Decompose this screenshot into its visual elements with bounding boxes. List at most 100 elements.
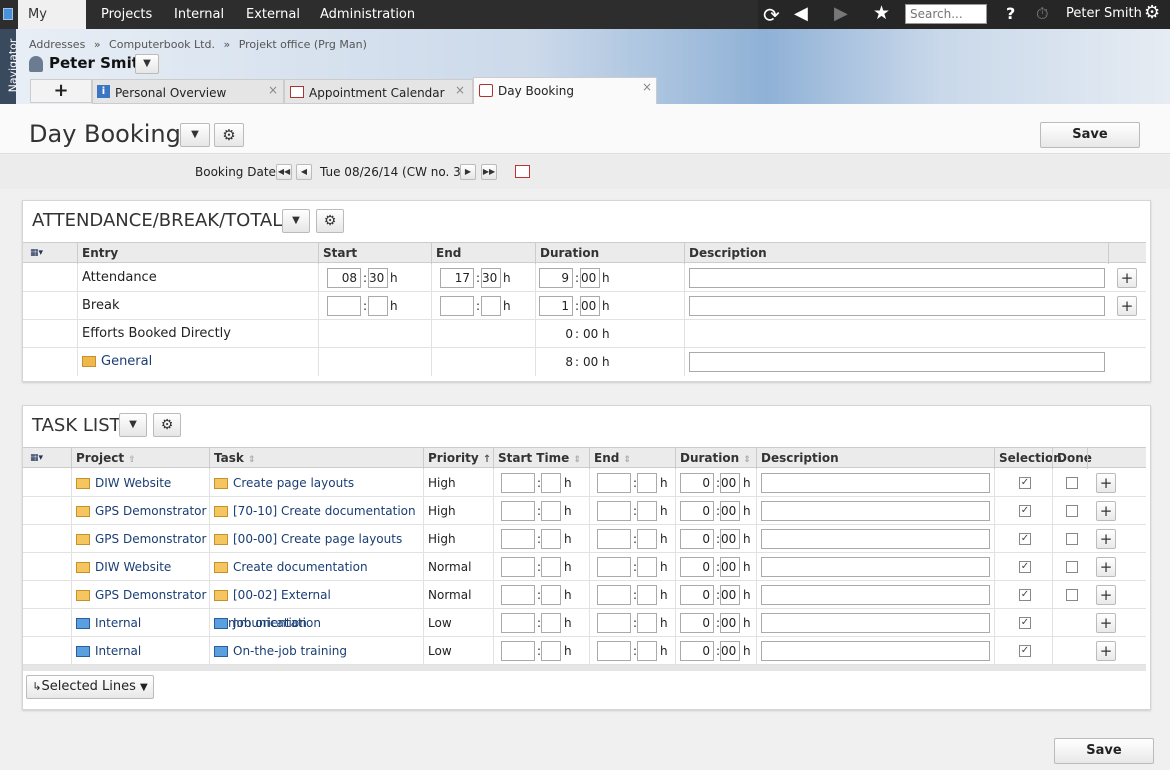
end-minute-input[interactable] <box>637 641 657 661</box>
settings-gear-icon[interactable]: ⚙ <box>1144 2 1160 23</box>
duration-hour-input[interactable]: 0 <box>680 641 714 661</box>
nav-tab-administration[interactable]: Administration <box>310 0 425 29</box>
end-hour-input[interactable] <box>597 501 631 521</box>
duration-minute-input[interactable]: 00 <box>580 296 600 316</box>
add-row-button[interactable]: + <box>1096 473 1116 493</box>
add-row-button[interactable]: + <box>1117 296 1137 316</box>
end-hour-input[interactable] <box>597 557 631 577</box>
close-tab-icon[interactable]: × <box>642 80 652 94</box>
col-task[interactable]: Task ⇕ <box>209 448 256 469</box>
start-hour-input[interactable] <box>501 585 535 605</box>
user-name[interactable]: Peter Smith <box>1066 6 1142 21</box>
close-tab-icon[interactable]: × <box>455 83 465 97</box>
add-tab-button[interactable]: + <box>30 79 92 103</box>
breadcrumb-office[interactable]: Projekt office (Prg Man) <box>239 38 367 51</box>
start-hour-input[interactable] <box>501 529 535 549</box>
task-link[interactable]: [00-00] Create page layouts <box>209 525 423 553</box>
nav-tab-internal[interactable]: Internal <box>164 0 234 29</box>
start-hour-input[interactable] <box>327 296 361 316</box>
tab-day-booking[interactable]: Day Booking × <box>473 77 657 105</box>
task-list-menu-button[interactable]: ▼ <box>119 413 147 437</box>
done-checkbox[interactable] <box>1066 589 1078 601</box>
duration-minute-input[interactable]: 00 <box>720 529 740 549</box>
duration-minute-input[interactable]: 00 <box>720 473 740 493</box>
selection-checkbox[interactable]: ✓ <box>1019 589 1031 601</box>
previous-date-icon[interactable]: ◀ <box>296 164 312 180</box>
task-link[interactable]: On-the-job training <box>209 637 423 665</box>
end-minute-input[interactable] <box>637 473 657 493</box>
add-row-button[interactable]: + <box>1117 268 1137 288</box>
task-link[interactable]: Create page layouts <box>209 469 423 497</box>
duration-hour-input[interactable]: 0 <box>680 501 714 521</box>
first-date-icon[interactable]: ◀◀ <box>276 164 292 180</box>
end-minute-input[interactable] <box>481 296 501 316</box>
end-minute-input[interactable] <box>637 501 657 521</box>
selection-checkbox[interactable]: ✓ <box>1019 477 1031 489</box>
description-input[interactable] <box>761 501 990 521</box>
project-link[interactable]: DIW Website <box>71 553 209 581</box>
close-tab-icon[interactable]: × <box>268 83 278 97</box>
start-hour-input[interactable] <box>501 557 535 577</box>
add-row-button[interactable]: + <box>1096 613 1116 633</box>
forward-icon[interactable]: ▶ <box>834 3 848 24</box>
duration-hour-input[interactable]: 0 <box>680 557 714 577</box>
add-row-button[interactable]: + <box>1096 641 1116 661</box>
favorites-star-icon[interactable]: ★ <box>873 2 890 24</box>
done-checkbox[interactable] <box>1066 561 1078 573</box>
start-minute-input[interactable] <box>541 641 561 661</box>
description-input[interactable] <box>761 613 990 633</box>
nav-tab-projects[interactable]: Projects <box>91 0 162 29</box>
stopwatch-icon[interactable]: ⏱ <box>1036 4 1048 24</box>
duration-hour-input[interactable]: 1 <box>539 296 573 316</box>
tab-personal-overview[interactable]: i Personal Overview × <box>92 79 284 104</box>
start-minute-input[interactable]: 30 <box>368 268 388 288</box>
project-link[interactable]: Internal <box>71 609 209 637</box>
description-input[interactable] <box>689 296 1105 316</box>
task-link[interactable]: [00-02] External communication <box>209 581 423 630</box>
duration-minute-input[interactable]: 00 <box>720 585 740 605</box>
start-minute-input[interactable] <box>541 585 561 605</box>
selection-checkbox[interactable]: ✓ <box>1019 645 1031 657</box>
nav-tab-my-bcs[interactable]: My BCS <box>18 0 86 52</box>
end-minute-input[interactable] <box>637 613 657 633</box>
end-hour-input[interactable] <box>597 473 631 493</box>
add-row-button[interactable]: + <box>1096 529 1116 549</box>
start-minute-input[interactable] <box>541 473 561 493</box>
duration-minute-input[interactable]: 00 <box>720 557 740 577</box>
selected-lines-button[interactable]: ↳Selected Lines ▼ <box>26 675 154 699</box>
duration-hour-input[interactable]: 0 <box>680 613 714 633</box>
last-date-icon[interactable]: ▶▶ <box>481 164 497 180</box>
navigator-panel-toggle[interactable]: Navigator <box>0 29 19 104</box>
duration-minute-input[interactable]: 00 <box>580 268 600 288</box>
description-input[interactable] <box>761 557 990 577</box>
duration-minute-input[interactable]: 00 <box>720 501 740 521</box>
col-project[interactable]: Project ⇧ <box>71 448 136 469</box>
next-date-icon[interactable]: ▶ <box>460 164 476 180</box>
start-minute-input[interactable] <box>368 296 388 316</box>
project-link[interactable]: Internal <box>71 637 209 665</box>
column-chooser-icon[interactable]: ▦▾ <box>26 448 43 469</box>
entry-general[interactable]: General <box>77 348 152 376</box>
end-hour-input[interactable] <box>440 296 474 316</box>
duration-hour-input[interactable]: 9 <box>539 268 573 288</box>
project-link[interactable]: GPS Demonstrator <box>71 581 209 609</box>
duration-hour-input[interactable]: 0 <box>680 529 714 549</box>
col-priority[interactable]: Priority ↑ <box>423 448 491 469</box>
end-minute-input[interactable] <box>637 529 657 549</box>
start-minute-input[interactable] <box>541 613 561 633</box>
end-minute-input[interactable] <box>637 585 657 605</box>
start-minute-input[interactable] <box>541 501 561 521</box>
tab-appointment-calendar[interactable]: Appointment Calendar × <box>284 79 473 104</box>
task-link[interactable]: [70-10] Create documentation <box>209 497 423 525</box>
start-hour-input[interactable]: 08 <box>327 268 361 288</box>
description-input[interactable] <box>761 641 990 661</box>
end-minute-input[interactable]: 30 <box>481 268 501 288</box>
search-input[interactable] <box>905 4 987 24</box>
duration-minute-input[interactable]: 00 <box>720 641 740 661</box>
add-row-button[interactable]: + <box>1096 557 1116 577</box>
nav-tab-external[interactable]: External <box>236 0 310 29</box>
project-link[interactable]: GPS Demonstrator <box>71 525 209 553</box>
date-picker-calendar-icon[interactable] <box>515 165 530 178</box>
start-hour-input[interactable] <box>501 473 535 493</box>
description-input[interactable] <box>761 529 990 549</box>
